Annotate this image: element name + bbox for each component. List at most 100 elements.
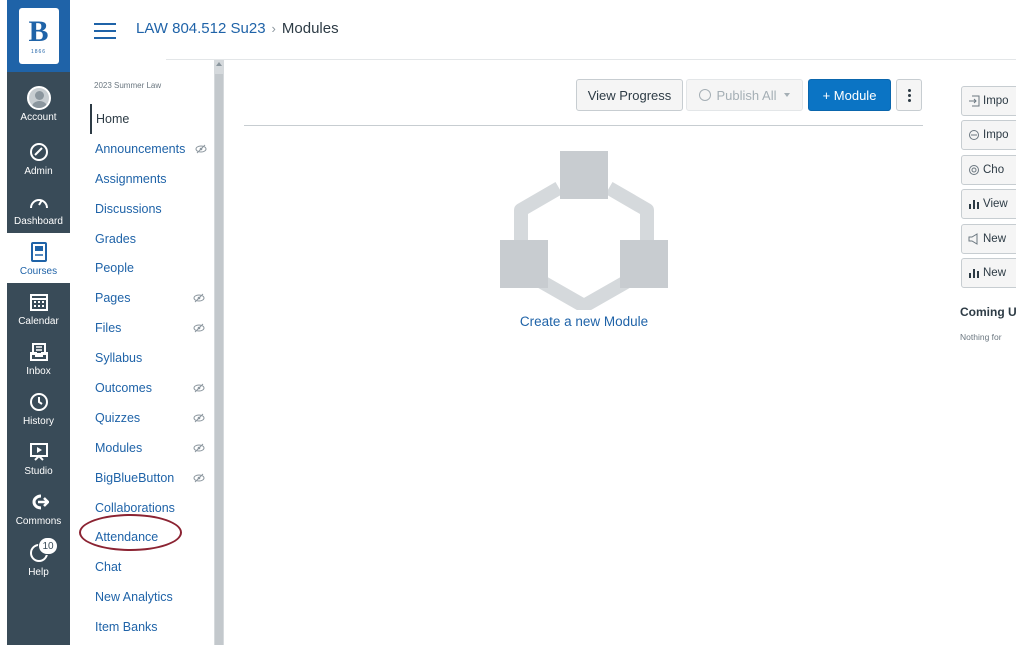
add-module-button[interactable]: + Module xyxy=(808,79,891,111)
course-nav-label: Chat xyxy=(95,560,122,575)
global-nav-help[interactable]: 10 Help xyxy=(7,534,70,584)
book-icon xyxy=(27,240,51,264)
sidebar-button-label: Cho xyxy=(983,164,1005,176)
course-nav-label: Pages xyxy=(95,291,131,306)
course-nav-modules[interactable]: Modules xyxy=(90,433,215,463)
bar-chart-icon xyxy=(969,200,979,209)
sidebar-button-label: Impo xyxy=(983,95,1009,107)
sidebar-button-label: New xyxy=(983,233,1007,245)
check-circle-icon xyxy=(698,89,711,101)
view-progress-label: View Progress xyxy=(587,87,672,103)
course-nav-scrollbar[interactable] xyxy=(214,60,224,645)
choose-home-icon xyxy=(969,165,979,175)
global-nav-dashboard[interactable]: Dashboard xyxy=(7,183,70,233)
publish-all-button[interactable]: Publish All xyxy=(686,79,803,111)
global-nav-inbox[interactable]: Inbox xyxy=(7,333,70,383)
hidden-eye-icon xyxy=(193,473,205,483)
publish-all-label: Publish All xyxy=(716,87,777,103)
global-nav-commons[interactable]: Commons xyxy=(7,483,70,533)
course-nav-people[interactable]: People xyxy=(90,253,215,283)
scrollbar-thumb[interactable] xyxy=(215,74,223,645)
studio-icon xyxy=(27,440,51,464)
course-nav-chat[interactable]: Chat xyxy=(90,552,215,582)
global-nav-studio[interactable]: Studio xyxy=(7,433,70,483)
course-nav-syllabus[interactable]: Syllabus xyxy=(90,343,215,373)
course-term: 2023 Summer Law xyxy=(94,81,162,90)
sidebar-import-existing-content-button[interactable]: Impo xyxy=(961,86,1016,116)
course-nav-files[interactable]: Files xyxy=(90,313,215,343)
global-nav-label: Account xyxy=(20,111,57,123)
course-nav-quizzes[interactable]: Quizzes xyxy=(90,403,215,433)
sidebar-new-analytics-button[interactable]: New xyxy=(961,258,1016,288)
sidebar-view-course-stream-button[interactable]: View xyxy=(961,189,1016,219)
course-nav-assignments[interactable]: Assignments xyxy=(90,164,215,194)
global-nav-label: Inbox xyxy=(26,365,51,377)
course-nav-label: Grades xyxy=(95,231,136,246)
course-nav-label: Discussions xyxy=(95,201,162,216)
sidebar-button-label: New xyxy=(983,267,1007,279)
shield-icon xyxy=(27,140,51,164)
hidden-eye-icon xyxy=(193,413,205,423)
global-nav-history[interactable]: History xyxy=(7,383,70,433)
sidebar-button-label: Impo xyxy=(983,129,1009,141)
course-nav-label: Outcomes xyxy=(95,380,152,395)
course-nav-grades[interactable]: Grades xyxy=(90,224,215,254)
breadcrumb-separator: › xyxy=(271,21,276,36)
import-commons-icon xyxy=(969,130,979,140)
coming-up-empty-text: Nothing for xyxy=(960,332,1002,342)
course-nav-label: New Analytics xyxy=(95,590,173,605)
dashboard-gauge-icon xyxy=(27,190,51,214)
inbox-icon xyxy=(27,340,51,364)
global-nav-label: Admin xyxy=(24,165,53,177)
course-nav-label: Files xyxy=(95,321,122,336)
course-nav-discussions[interactable]: Discussions xyxy=(90,194,215,224)
attendance-annotation-circle xyxy=(79,514,182,551)
sidebar-choose-home-page-button[interactable]: Cho xyxy=(961,155,1016,185)
hidden-eye-icon xyxy=(193,323,205,333)
course-nav-announcements[interactable]: Announcements xyxy=(90,134,215,164)
clock-icon xyxy=(27,390,51,414)
global-nav-admin[interactable]: Admin xyxy=(7,133,70,183)
page-header: LAW 804.512 Su23 › Modules xyxy=(70,0,1016,60)
course-nav-label: Modules xyxy=(95,440,143,455)
hidden-eye-icon xyxy=(193,293,205,303)
add-module-label: + Module xyxy=(822,87,877,103)
account-avatar xyxy=(26,85,51,110)
commons-icon xyxy=(27,490,51,514)
breadcrumb-course-link[interactable]: LAW 804.512 Su23 xyxy=(136,20,266,37)
global-nav-label: History xyxy=(22,415,55,427)
course-nav-pages[interactable]: Pages xyxy=(90,283,215,313)
hamburger-menu-icon[interactable] xyxy=(94,23,116,39)
course-nav-list: Home Announcements Assignments Discussio… xyxy=(90,104,215,642)
hidden-eye-icon xyxy=(193,443,205,453)
course-nav-label: Home xyxy=(96,111,130,126)
institution-logo[interactable]: B 1866 xyxy=(7,0,70,72)
hidden-eye-icon xyxy=(193,383,205,393)
breadcrumb: LAW 804.512 Su23 › Modules xyxy=(136,20,339,37)
global-nav-account[interactable]: Account xyxy=(7,79,70,129)
create-module-link[interactable]: Create a new Module xyxy=(500,314,668,329)
more-options-kebab-icon[interactable] xyxy=(896,79,922,111)
logo-letter: B xyxy=(28,15,49,48)
global-nav-label: Dashboard xyxy=(14,215,63,227)
sidebar-button-label: View xyxy=(983,198,1008,210)
breadcrumb-current: Modules xyxy=(281,20,339,37)
course-nav-outcomes[interactable]: Outcomes xyxy=(90,373,215,403)
sidebar-new-announcement-button[interactable]: New xyxy=(961,224,1016,254)
course-nav-new-analytics[interactable]: New Analytics xyxy=(90,582,215,612)
sidebar-import-from-commons-button[interactable]: Impo xyxy=(961,120,1016,150)
course-nav-label: Item Banks xyxy=(95,620,158,635)
bar-chart-icon xyxy=(969,269,979,278)
global-nav-courses[interactable]: Courses xyxy=(7,233,70,283)
course-nav: 2023 Summer Law Home Announcements Assig… xyxy=(90,60,215,645)
course-nav-label: Collaborations xyxy=(95,500,175,515)
course-nav-label: People xyxy=(95,261,134,276)
coming-up-heading: Coming U xyxy=(960,305,1016,319)
scroll-up-arrow-icon[interactable] xyxy=(216,62,222,66)
course-nav-item-banks[interactable]: Item Banks xyxy=(90,612,215,642)
global-nav-calendar[interactable]: Calendar xyxy=(7,283,70,333)
view-progress-button[interactable]: View Progress xyxy=(576,79,683,111)
course-nav-bigbluebutton[interactable]: BigBlueButton xyxy=(90,463,215,493)
course-nav-home[interactable]: Home xyxy=(90,104,215,134)
import-icon xyxy=(969,95,980,107)
